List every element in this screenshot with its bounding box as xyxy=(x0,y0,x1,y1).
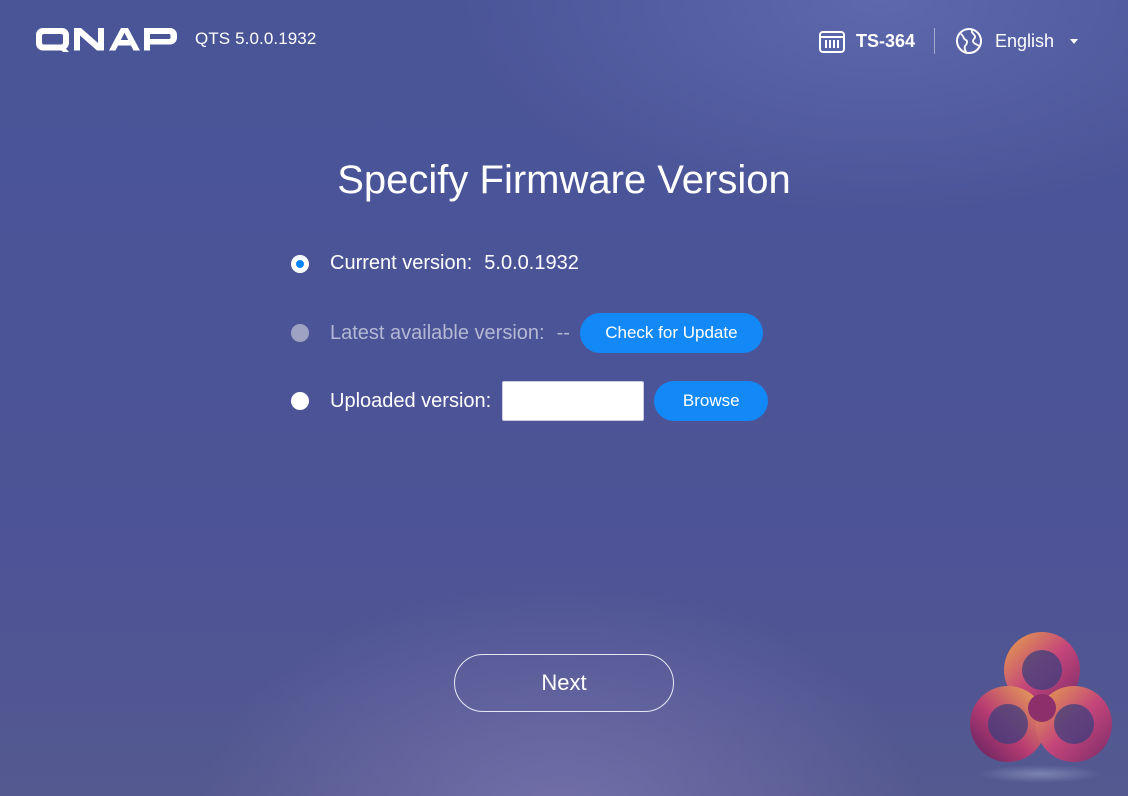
language-label: English xyxy=(995,30,1055,51)
device-name: TS-364 xyxy=(856,30,916,51)
radio-uploaded-version[interactable] xyxy=(291,392,309,410)
next-button[interactable]: Next xyxy=(454,654,674,712)
device-info: TS-364 xyxy=(818,27,915,55)
browse-button[interactable]: Browse xyxy=(654,381,769,421)
uploaded-version-field[interactable] xyxy=(502,381,645,421)
check-for-update-button[interactable]: Check for Update xyxy=(579,313,763,353)
page-title: Specify Firmware Version xyxy=(337,158,791,202)
latest-version-value: -- xyxy=(556,321,570,344)
language-selector[interactable]: English xyxy=(955,27,1079,55)
option-current-version: Current version: 5.0.0.1932 xyxy=(291,252,579,275)
header-divider xyxy=(934,28,935,54)
globe-icon xyxy=(956,28,982,54)
radio-latest-version xyxy=(291,324,309,342)
latest-version-label: Latest available version: xyxy=(330,321,545,344)
qnap-logo xyxy=(36,28,177,52)
nas-device-icon xyxy=(819,31,845,53)
current-version-value: 5.0.0.1932 xyxy=(484,252,579,274)
radio-current-version[interactable] xyxy=(291,254,309,273)
option-uploaded-version: Uploaded version: Browse xyxy=(291,381,769,421)
current-version-label: Current version: xyxy=(330,252,473,274)
firmware-version-label: QTS 5.0.0.1932 xyxy=(195,29,317,48)
logo-watermark-icon xyxy=(970,632,1112,783)
chevron-down-icon xyxy=(1070,38,1079,44)
option-latest-version: Latest available version: -- Check for U… xyxy=(291,313,763,353)
uploaded-version-label: Uploaded version: xyxy=(330,389,492,412)
